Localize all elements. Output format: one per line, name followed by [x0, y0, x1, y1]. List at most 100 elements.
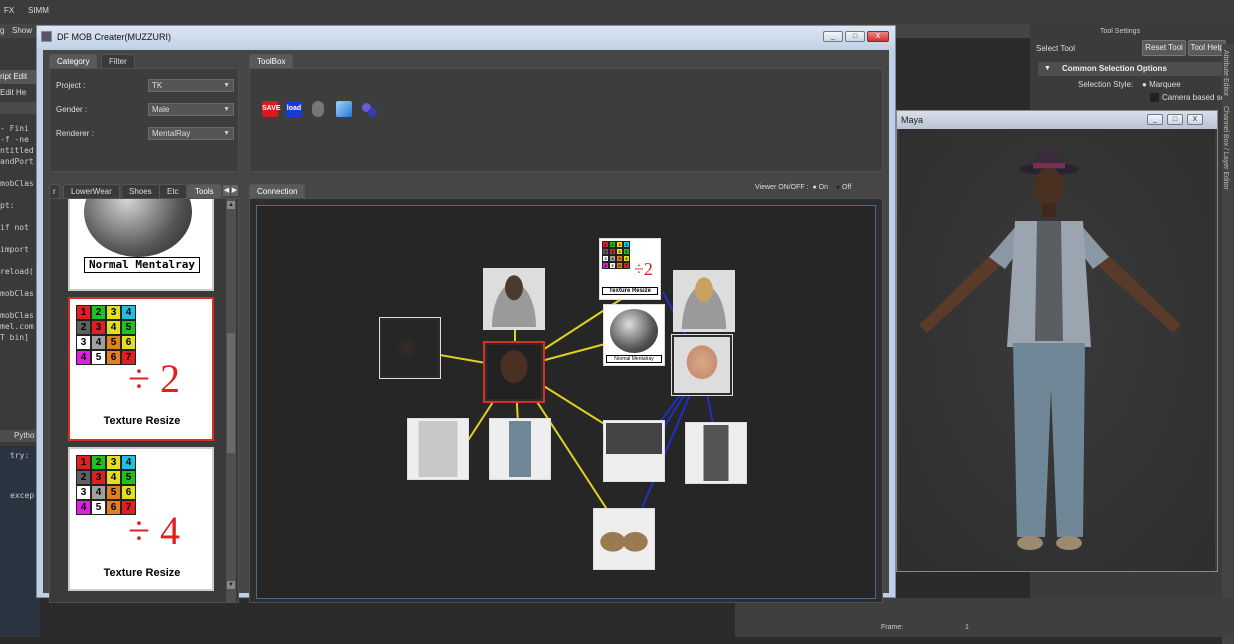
tab-shoes[interactable]: Shoes: [121, 184, 160, 198]
common-selection-section[interactable]: ▼ Common Selection Options: [1038, 62, 1224, 76]
minimize-button[interactable]: _: [1147, 114, 1163, 125]
node-jeans[interactable]: [489, 418, 551, 480]
menu-help[interactable]: He: [16, 88, 26, 97]
tab-category[interactable]: Category: [49, 54, 98, 68]
node-upperwear-white[interactable]: [407, 418, 469, 480]
select-tool-label: Select Tool: [1036, 44, 1075, 53]
gender-dropdown[interactable]: Male ▼: [148, 103, 234, 116]
section-title: Common Selection Options: [1062, 64, 1167, 73]
code-line: if not: [0, 223, 29, 232]
channel-box-tab[interactable]: Channel Box / Layer Editor: [1222, 106, 1229, 190]
connection-canvas[interactable]: 1234234534564567 ÷2 Texture Resize Norma…: [256, 205, 876, 599]
grid-cell: 5: [106, 485, 121, 500]
scroll-thumb[interactable]: [227, 333, 235, 453]
reset-tool-button[interactable]: Reset Tool: [1142, 40, 1186, 56]
tab-scroll-left-icon[interactable]: ◀: [223, 185, 230, 196]
sound-icon[interactable]: [312, 101, 324, 117]
load-icon[interactable]: load: [286, 101, 302, 117]
menu-edit[interactable]: Edit: [0, 88, 14, 97]
mob-creater-window: DF MOB Creater(MUZZURI) _ □ X Category F…: [36, 25, 896, 603]
selection-style-radio[interactable]: ● Marquee: [1142, 80, 1181, 89]
tool-card-texture-resize-2[interactable]: 1234234534564567 ÷ 2 Texture Resize: [68, 297, 214, 441]
viewer-off-radio[interactable]: ● Off: [830, 184, 851, 191]
menu-item-g[interactable]: g: [0, 26, 4, 35]
tab-connection[interactable]: Connection: [249, 184, 306, 198]
main-close-button[interactable]: X: [867, 31, 889, 42]
grid-cell: 5: [609, 262, 616, 269]
tab-prev-partial[interactable]: r: [49, 184, 60, 198]
tool-card-normal-mentalray[interactable]: Normal Mentalray: [68, 199, 214, 291]
node-accessory[interactable]: [379, 317, 441, 379]
tool-settings-title: Tool Settings: [1100, 28, 1141, 35]
node-hair[interactable]: [483, 268, 545, 330]
tab-etc[interactable]: Etc: [159, 184, 187, 198]
cube-icon[interactable]: [336, 101, 352, 117]
tab-lowerwear[interactable]: LowerWear: [63, 184, 120, 198]
main-maximize-button[interactable]: □: [845, 31, 865, 42]
python-tab[interactable]: Pytho: [0, 430, 40, 442]
tools-scrollbar[interactable]: ▲ ▼: [226, 199, 236, 602]
node-sphere-material[interactable]: Normal Mentalray: [603, 304, 665, 366]
tool-help-button[interactable]: Tool Help: [1188, 40, 1226, 56]
menu-item-show[interactable]: Show: [12, 26, 32, 35]
maximize-button[interactable]: □: [1167, 114, 1183, 125]
grid-cell: 1: [76, 455, 91, 470]
grid-cell: 3: [609, 248, 616, 255]
save-icon[interactable]: SAVE: [262, 101, 281, 117]
bottom-panel: Frame: 1: [735, 598, 1234, 637]
camera-based-label: Camera based se: [1162, 93, 1226, 102]
viewer-label: Viewer ON/OFF :: [755, 184, 809, 191]
grid-cell: 6: [623, 255, 630, 262]
grid-cell: 6: [616, 262, 623, 269]
tool-card-texture-resize-4[interactable]: 1234234534564567 ÷ 4 Texture Resize: [68, 447, 214, 591]
gender-label: Gender :: [56, 105, 88, 114]
shelf-tab-simm[interactable]: SIMM: [28, 6, 49, 15]
divisor-label: ÷2: [634, 259, 653, 279]
node-blonde-hair[interactable]: [673, 270, 735, 332]
node-upperwear-dark[interactable]: [603, 420, 665, 482]
category-panel: Project : TK ▼ Gender : Male ▼ Renderer : …: [49, 68, 239, 172]
grid-cell: 4: [121, 455, 136, 470]
grid-cell: 5: [91, 350, 106, 365]
tab-filter[interactable]: Filter: [101, 54, 135, 68]
code-line: mobClas: [0, 311, 34, 320]
main-body: Category Filter Project : TK ▼ Gender : M…: [43, 50, 889, 603]
project-dropdown[interactable]: TK ▼: [148, 79, 234, 92]
tab-scroll-right-icon[interactable]: ▶: [231, 185, 238, 196]
close-button[interactable]: X: [1187, 114, 1203, 125]
renderer-dropdown[interactable]: MentalRay ▼: [148, 127, 234, 140]
tab-tools[interactable]: Tools: [187, 184, 222, 198]
sphere-preview: [610, 309, 658, 353]
camera-based-checkbox[interactable]: Camera based se: [1150, 93, 1226, 103]
divisor-label: ÷ 4: [128, 508, 180, 553]
scroll-down-icon[interactable]: ▼: [227, 581, 235, 589]
node-head-selected[interactable]: [483, 341, 545, 403]
spheres-icon[interactable]: [362, 103, 378, 117]
code-line: pt:: [0, 201, 15, 210]
node-pants-gray[interactable]: [685, 422, 747, 484]
chevron-down-icon: ▼: [223, 106, 230, 113]
grid-cell: 5: [121, 320, 136, 335]
chevron-down-icon: ▼: [223, 130, 230, 137]
main-minimize-button[interactable]: _: [823, 31, 843, 42]
viewport-canvas[interactable]: [899, 129, 1215, 571]
node-texture-resize[interactable]: 1234234534564567 ÷2 Texture Resize: [599, 238, 661, 300]
tools-list[interactable]: Normal Mentalray 1234234534564567 ÷ 2 Te…: [49, 198, 239, 603]
grid-cell: 7: [623, 262, 630, 269]
viewer-on-radio[interactable]: ● On: [811, 184, 828, 191]
viewport-title: Maya: [901, 115, 924, 125]
node-shoes[interactable]: [593, 508, 655, 570]
attribute-editor-tab[interactable]: Attribute Editor: [1222, 50, 1229, 96]
grid-cell: 1: [76, 305, 91, 320]
shelf-tab-fx[interactable]: FX: [4, 6, 14, 15]
grid-cell: 5: [623, 248, 630, 255]
grid-cell: 4: [106, 320, 121, 335]
scroll-up-icon[interactable]: ▲: [227, 201, 235, 209]
side-tabs: Attribute Editor Channel Box / Layer Edi…: [1222, 44, 1234, 644]
script-editor-code[interactable]: - Fini -f -ne ntitled andPort mobClas pt: if n…: [0, 124, 40, 344]
tab-toolbox[interactable]: ToolBox: [249, 54, 294, 68]
project-value: TK: [152, 81, 163, 90]
script-editor-output[interactable]: try: excep: [0, 446, 40, 636]
node-face[interactable]: [671, 334, 733, 396]
